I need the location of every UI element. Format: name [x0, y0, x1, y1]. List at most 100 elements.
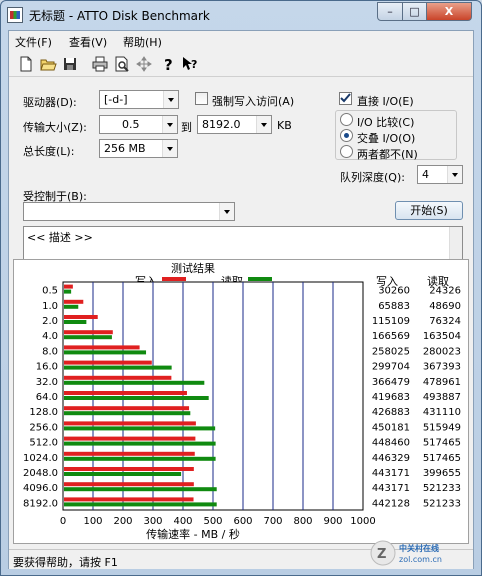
- y-tick-label: 16.0: [36, 362, 58, 373]
- x-tick-label: 400: [173, 516, 192, 527]
- transfer-from-select[interactable]: 0.5: [99, 115, 178, 134]
- status-text: 要获得帮助，请按 F1: [13, 556, 118, 569]
- write-value: 442128: [372, 498, 410, 509]
- transfer-to-select[interactable]: 8192.0: [197, 115, 272, 134]
- menu-view[interactable]: 查看(V): [69, 34, 107, 50]
- read-bar: [64, 396, 209, 400]
- client-area: 文件(F) 查看(V) 帮助(H) ? ? 驱动器(D): [-d-] 强制写入…: [8, 30, 474, 569]
- legend-write-swatch: [162, 277, 186, 281]
- read-value: 399655: [423, 468, 461, 479]
- minimize-button[interactable]: –: [377, 2, 403, 21]
- svg-text:?: ?: [164, 56, 173, 73]
- read-value: 48690: [429, 301, 461, 312]
- force-write-checkbox[interactable]: [195, 92, 208, 105]
- neither-radio[interactable]: [340, 145, 353, 158]
- write-bar: [64, 375, 172, 380]
- write-bar: [64, 406, 190, 411]
- chevron-down-icon: [219, 203, 234, 220]
- overlapped-io-radio[interactable]: [340, 129, 353, 142]
- force-write-label: 强制写入访问(A): [212, 95, 295, 108]
- new-icon[interactable]: [17, 55, 35, 73]
- svg-text:Z: Z: [377, 547, 386, 562]
- write-value: 30260: [378, 286, 410, 297]
- chart-title: 测试结果: [171, 262, 215, 275]
- y-tick-label: 2.0: [42, 316, 58, 327]
- toolbar: ? ?: [9, 51, 473, 77]
- print-preview-icon[interactable]: [113, 55, 131, 73]
- svg-text:?: ?: [191, 58, 197, 71]
- app-window: 无标题 - ATTO Disk Benchmark – □ X 文件(F) 查看…: [0, 0, 482, 576]
- svg-text:zol.com.cn: zol.com.cn: [399, 555, 442, 564]
- chevron-down-icon: [447, 166, 462, 183]
- zol-watermark: Z 中关村在线 zol.com.cn: [370, 540, 442, 566]
- write-bar: [64, 482, 194, 487]
- write-bar: [64, 451, 195, 456]
- transfer-unit-label: KB: [277, 119, 292, 132]
- maximize-button[interactable]: □: [402, 2, 427, 21]
- io-compare-radio[interactable]: [340, 113, 353, 126]
- svg-text:中关村在线: 中关村在线: [399, 543, 439, 553]
- transfer-from-value: 0.5: [122, 118, 140, 131]
- menu-bar: 文件(F) 查看(V) 帮助(H): [9, 31, 473, 51]
- queue-depth-select[interactable]: 4: [417, 165, 463, 184]
- write-value: 450181: [372, 422, 410, 433]
- status-bar: 要获得帮助，请按 F1 Z 中关村在线 zol.com.cn: [9, 540, 473, 569]
- read-bar: [64, 456, 216, 461]
- write-bar: [64, 345, 140, 350]
- transfer-to-label: 到: [181, 121, 192, 134]
- open-icon[interactable]: [39, 55, 57, 73]
- write-value: 419683: [372, 392, 410, 403]
- read-bar: [64, 411, 191, 416]
- read-value: 521233: [423, 483, 461, 494]
- results-panel: 测试结果写入读取01002003004005006007008009001000…: [13, 259, 469, 544]
- write-value: 448460: [372, 438, 410, 449]
- write-bar: [64, 299, 84, 304]
- y-tick-label: 1024.0: [23, 453, 58, 464]
- read-value: 367393: [423, 362, 461, 373]
- y-tick-label: 256.0: [29, 422, 58, 433]
- write-value: 443171: [372, 483, 410, 494]
- menu-help[interactable]: 帮助(H): [123, 34, 162, 50]
- chevron-down-icon: [256, 116, 271, 133]
- y-tick-label: 32.0: [36, 377, 58, 388]
- description-text: << 描述 >>: [27, 231, 93, 244]
- read-bar: [64, 350, 147, 355]
- x-tick-label: 1000: [350, 516, 375, 527]
- x-tick-label: 300: [143, 516, 162, 527]
- print-icon[interactable]: [91, 55, 109, 73]
- x-tick-label: 700: [263, 516, 282, 527]
- read-value: 493887: [423, 392, 461, 403]
- direct-io-checkbox[interactable]: [339, 92, 352, 105]
- io-compare-label: I/O 比较(C): [357, 116, 415, 129]
- write-bar: [64, 467, 194, 471]
- menu-file[interactable]: 文件(F): [15, 34, 52, 50]
- move-icon[interactable]: [135, 55, 153, 73]
- write-value: 443171: [372, 468, 410, 479]
- drive-label: 驱动器(D):: [23, 96, 77, 109]
- write-bar: [64, 436, 196, 441]
- chevron-down-icon: [162, 140, 177, 157]
- drive-select[interactable]: [-d-]: [99, 90, 179, 109]
- read-value: 431110: [423, 407, 461, 418]
- total-length-label: 总长度(L):: [23, 145, 75, 158]
- context-help-icon[interactable]: ?: [181, 55, 199, 73]
- close-button[interactable]: X: [426, 2, 472, 21]
- total-length-value: 256 MB: [104, 142, 146, 155]
- write-value: 115109: [372, 316, 410, 327]
- y-tick-label: 1.0: [42, 301, 58, 312]
- chevron-down-icon: [162, 116, 177, 133]
- direct-io-label: 直接 I/O(E): [357, 95, 414, 108]
- total-length-select[interactable]: 256 MB: [99, 139, 178, 158]
- read-value: 24326: [429, 286, 461, 297]
- write-bar: [64, 497, 194, 502]
- save-icon[interactable]: [61, 55, 79, 73]
- read-bar: [64, 426, 216, 431]
- title-bar[interactable]: 无标题 - ATTO Disk Benchmark – □ X: [1, 1, 481, 29]
- checkmark-icon: [340, 93, 351, 103]
- read-value: 163504: [423, 331, 461, 342]
- drive-value: [-d-]: [104, 93, 128, 106]
- read-value: 478961: [423, 377, 461, 388]
- controlled-by-select[interactable]: [23, 202, 235, 221]
- help-icon[interactable]: ?: [159, 55, 177, 74]
- start-button[interactable]: 开始(S): [395, 201, 463, 220]
